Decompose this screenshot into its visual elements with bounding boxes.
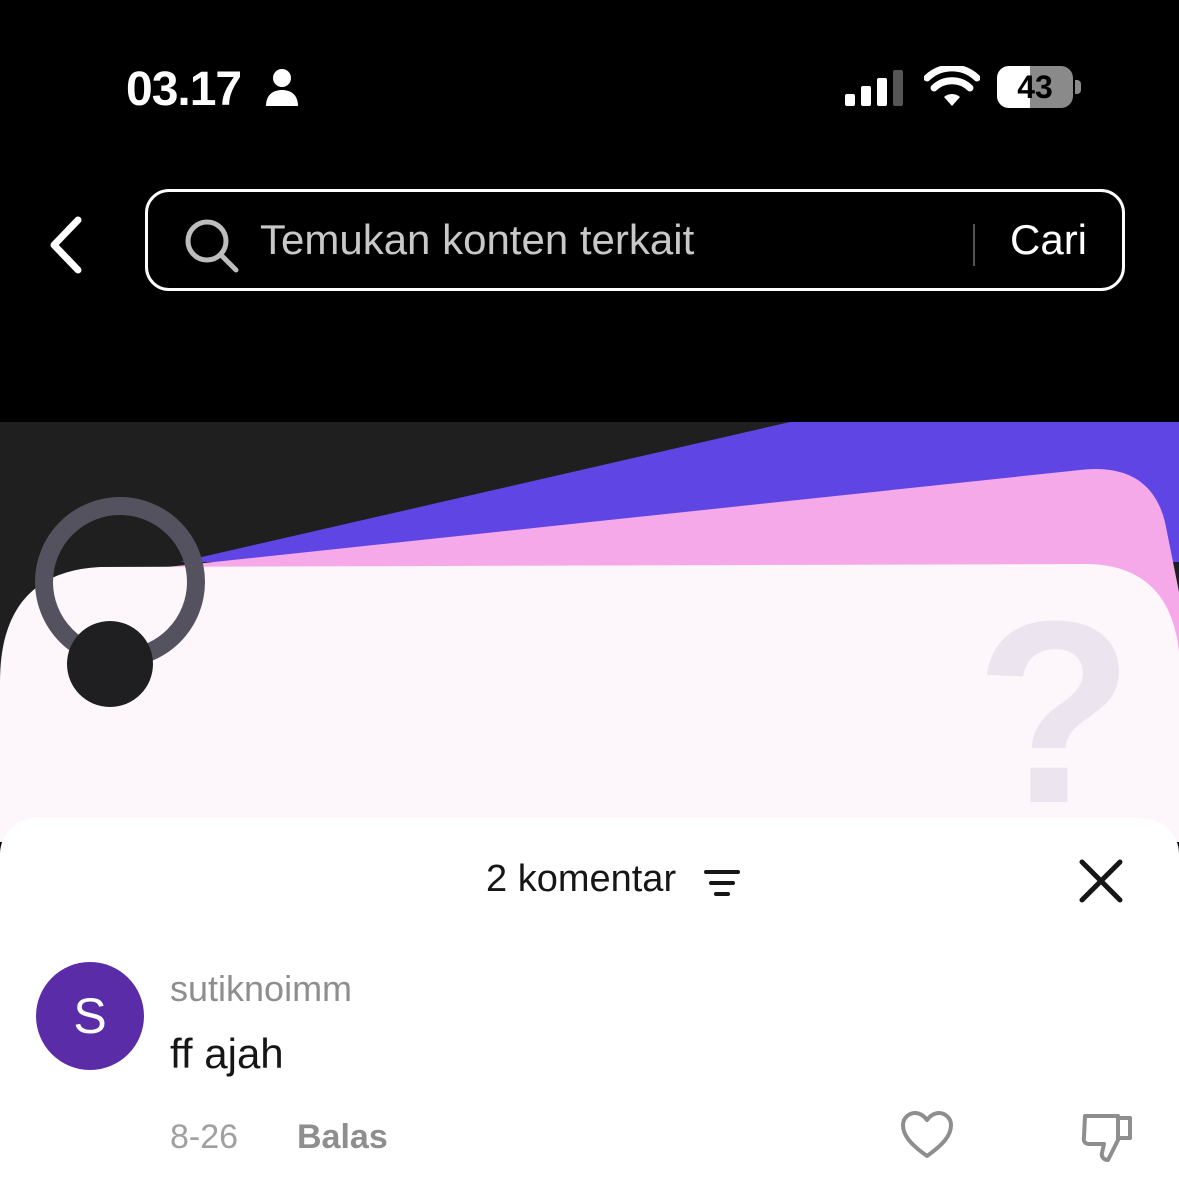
chevron-left-icon (50, 216, 82, 274)
signal-icon (845, 70, 903, 106)
search-button[interactable]: Cari (1010, 192, 1087, 288)
comment-username[interactable]: sutiknoimm (170, 968, 352, 1010)
comment-date: 8-26 (170, 1118, 239, 1156)
reply-button[interactable]: Balas (297, 1118, 388, 1157)
question-mark-decoration: ? (975, 568, 1134, 842)
sort-icon[interactable] (704, 868, 740, 898)
close-button[interactable] (1078, 858, 1124, 904)
search-bar[interactable]: Temukan konten terkait Cari (145, 189, 1125, 291)
comments-count: 2 komentar (486, 858, 677, 900)
search-icon (185, 219, 239, 273)
video-artwork: ? (0, 422, 1179, 842)
back-button[interactable] (40, 210, 100, 280)
status-time: 03.17 (126, 63, 242, 116)
heart-icon[interactable] (900, 1110, 954, 1160)
wifi-icon (924, 66, 980, 106)
battery-percent: 43 (1017, 69, 1053, 105)
avatar[interactable]: S (36, 962, 144, 1070)
battery-icon: 43 (997, 66, 1083, 110)
close-icon (1079, 859, 1123, 903)
thumbs-down-icon[interactable] (1080, 1110, 1134, 1164)
search-input[interactable]: Temukan konten terkait (260, 192, 694, 288)
search-divider (973, 224, 975, 266)
video-preview[interactable]: ? (0, 422, 1179, 842)
comment-text: ff ajah (170, 1030, 284, 1077)
person-icon (266, 69, 298, 106)
comments-sheet: 2 komentar S sutiknoimm ff ajah 8-26 Bal… (0, 818, 1179, 1186)
